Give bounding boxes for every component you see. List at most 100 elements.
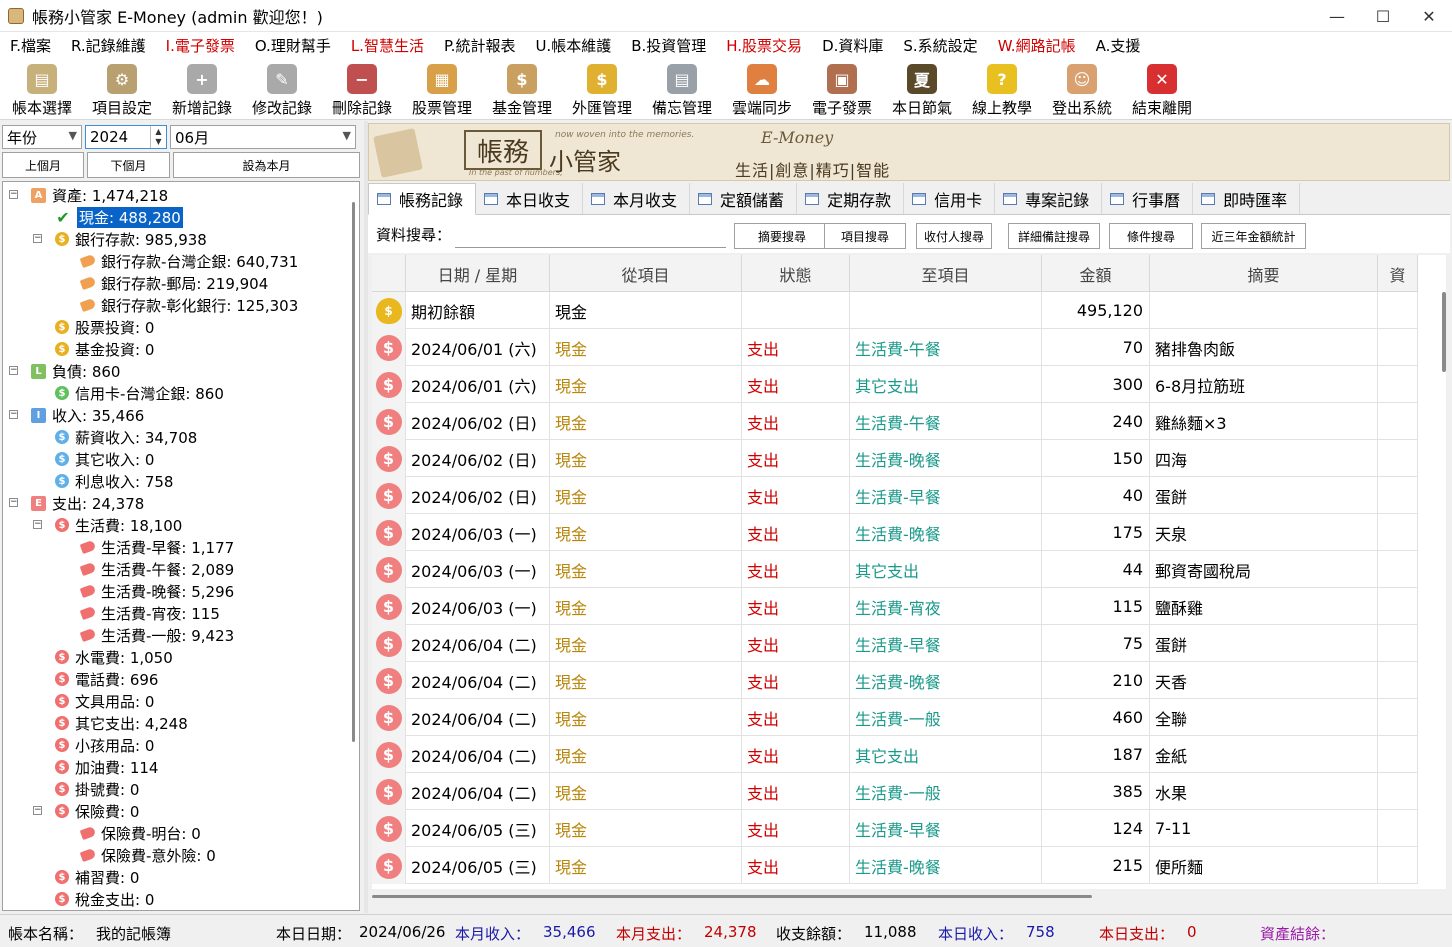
toolbar-button[interactable]: ✕ 結束離開 (1122, 58, 1202, 120)
tree-node[interactable]: 生活費-晚餐: 5,296 (79, 580, 234, 602)
tree-node[interactable]: $ 掛號費: 0 (55, 778, 139, 800)
table-row[interactable]: $2024/06/05 (三) 現金 支出 生活費-晚餐 215 便所麵 (372, 847, 1418, 884)
year-spinner[interactable]: 2024 ▲ ▼ (85, 125, 167, 149)
tree-node[interactable]: 生活費-一般: 9,423 (79, 624, 234, 646)
menu-item[interactable]: A.支援 (1096, 35, 1141, 56)
tree-expander-icon[interactable]: − (9, 366, 18, 375)
tree-expander-icon[interactable]: − (33, 806, 42, 815)
minimize-button[interactable]: — (1314, 0, 1360, 32)
grid-header-cell[interactable]: 資 (1378, 255, 1418, 292)
grid-header-cell[interactable]: 日期 / 星期 (406, 255, 550, 292)
toolbar-button[interactable]: ☺ 登出系統 (1042, 58, 1122, 120)
table-row[interactable]: $2024/06/02 (日) 現金 支出 生活費-午餐 240 雞絲麵×3 (372, 403, 1418, 440)
toolbar-button[interactable]: ? 線上教學 (962, 58, 1042, 120)
tree-node[interactable]: 生活費-早餐: 1,177 (79, 536, 234, 558)
period-type-select[interactable]: 年份 ▼ (2, 125, 82, 149)
tree-node[interactable]: $ 其它收入: 0 (55, 448, 154, 470)
tab[interactable]: 本月收支 (583, 183, 691, 214)
menu-item[interactable]: F.檔案 (10, 35, 51, 56)
search-button[interactable]: 條件搜尋 (1109, 223, 1193, 249)
tab[interactable]: 即時匯率 (1193, 183, 1301, 214)
spinner-arrows-icon[interactable]: ▲ ▼ (150, 126, 166, 148)
tree-expander-icon[interactable]: − (9, 410, 18, 419)
account-tree[interactable]: − A 資產: 1,474,218 ✔ 現金: 488,280 − $ 銀行存款: 985,9… (2, 181, 360, 911)
toolbar-button[interactable]: $ 外匯管理 (562, 58, 642, 120)
grid-header-cell[interactable]: 從項目 (550, 255, 742, 292)
tree-node[interactable]: 銀行存款-彰化銀行: 125,303 (79, 294, 298, 316)
tree-node[interactable]: $ 保險費: 0 (55, 800, 139, 822)
tree-node[interactable]: $ 稅金支出: 0 (55, 888, 154, 910)
tab[interactable]: 本日收支 (476, 183, 584, 214)
tree-node[interactable]: 銀行存款-台灣企銀: 640,731 (79, 250, 298, 272)
grid-header-cell[interactable]: 摘要 (1150, 255, 1378, 292)
toolbar-button[interactable]: ▣ 電子發票 (802, 58, 882, 120)
toolbar-button[interactable]: $ 基金管理 (482, 58, 562, 120)
toolbar-button[interactable]: − 刪除記錄 (322, 58, 402, 120)
table-row[interactable]: $2024/06/02 (日) 現金 支出 生活費-早餐 40 蛋餅 (372, 477, 1418, 514)
table-row[interactable]: $2024/06/04 (二) 現金 支出 生活費-一般 385 水果 (372, 773, 1418, 810)
menu-item[interactable]: W.網路記帳 (998, 35, 1076, 56)
toolbar-button[interactable]: ✎ 修改記錄 (242, 58, 322, 120)
tree-node[interactable]: $ 生活費: 18,100 (55, 514, 182, 536)
table-row[interactable]: $2024/06/04 (二) 現金 支出 生活費-一般 460 全聯 (372, 699, 1418, 736)
table-row[interactable]: $2024/06/04 (二) 現金 支出 其它支出 187 金紙 (372, 736, 1418, 773)
tree-node[interactable]: $ 水電費: 1,050 (55, 646, 173, 668)
tree-node[interactable]: I 收入: 35,466 (31, 404, 144, 426)
tree-node[interactable]: E 支出: 24,378 (31, 492, 144, 514)
table-row[interactable]: $2024/06/04 (二) 現金 支出 生活費-早餐 75 蛋餅 (372, 625, 1418, 662)
month-select[interactable]: 06月 ▼ (170, 125, 356, 149)
tree-node[interactable]: $ 小孩用品: 0 (55, 734, 154, 756)
toolbar-button[interactable]: ☁ 雲端同步 (722, 58, 802, 120)
tree-node[interactable]: $ 文具用品: 0 (55, 690, 154, 712)
table-row[interactable]: $2024/06/05 (三) 現金 支出 生活費-早餐 124 7-11 (372, 810, 1418, 847)
tree-node[interactable]: 保險費-明台: 0 (79, 822, 201, 844)
maximize-button[interactable]: ☐ (1360, 0, 1406, 32)
set-current-month-button[interactable]: 設為本月 (173, 152, 360, 178)
tree-node[interactable]: $ 薪資收入: 34,708 (55, 426, 197, 448)
menu-item[interactable]: O.理財幫手 (255, 35, 331, 56)
menu-item[interactable]: L.智慧生活 (351, 35, 424, 56)
table-row[interactable]: $2024/06/03 (一) 現金 支出 其它支出 44 郵資寄國稅局 (372, 551, 1418, 588)
close-window-button[interactable]: ✕ (1406, 0, 1452, 32)
tree-node[interactable]: 生活費-宵夜: 115 (79, 602, 220, 624)
menu-item[interactable]: I.電子發票 (166, 35, 235, 56)
tree-node[interactable]: $ 銀行存款: 985,938 (55, 228, 207, 250)
tree-node[interactable]: 生活費-午餐: 2,089 (79, 558, 234, 580)
table-row[interactable]: $2024/06/04 (二) 現金 支出 生活費-晚餐 210 天香 (372, 662, 1418, 699)
search-input[interactable] (455, 222, 726, 248)
toolbar-button[interactable]: ▦ 股票管理 (402, 58, 482, 120)
tree-node[interactable]: L 負債: 860 (31, 360, 120, 382)
tree-expander-icon[interactable]: − (9, 498, 18, 507)
tree-node[interactable]: $ 基金投資: 0 (55, 338, 154, 360)
tree-node[interactable]: $ 利息收入: 758 (55, 470, 173, 492)
search-button[interactable]: 近三年金額統計 (1201, 223, 1306, 249)
tree-expander-icon[interactable]: − (9, 190, 18, 199)
tree-node[interactable]: $ 信用卡-台灣企銀: 860 (55, 382, 224, 404)
menu-item[interactable]: P.統計報表 (444, 35, 515, 56)
tree-node[interactable]: 銀行存款-郵局: 219,904 (79, 272, 268, 294)
tree-node[interactable]: $ 加油費: 114 (55, 756, 158, 778)
search-button[interactable]: 項目搜尋 (824, 223, 906, 249)
table-row[interactable]: $2024/06/01 (六) 現金 支出 生活費-午餐 70 豬排魯肉飯 (372, 329, 1418, 366)
tree-node[interactable]: $ 補習費: 0 (55, 866, 139, 888)
tree-node[interactable]: A 資產: 1,474,218 (31, 184, 168, 206)
tree-node[interactable]: $ 電話費: 696 (55, 668, 158, 690)
tab[interactable]: 信用卡 (904, 183, 996, 214)
tab[interactable]: 專案記錄 (995, 183, 1103, 214)
menu-item[interactable]: H.股票交易 (726, 35, 802, 56)
tab[interactable]: 定期存款 (797, 183, 905, 214)
menu-item[interactable]: B.投資管理 (631, 35, 706, 56)
toolbar-button[interactable]: ▤ 備忘管理 (642, 58, 722, 120)
next-month-button[interactable]: 下個月 (87, 152, 170, 178)
menu-item[interactable]: S.系統設定 (903, 35, 977, 56)
tree-node[interactable]: $ 股票投資: 0 (55, 316, 154, 338)
tree-expander-icon[interactable]: − (33, 520, 42, 529)
menu-item[interactable]: R.記錄維護 (71, 35, 146, 56)
tab[interactable]: 行事曆 (1102, 183, 1194, 214)
search-button[interactable]: 摘要搜尋 (734, 223, 830, 249)
menu-item[interactable]: U.帳本維護 (535, 35, 611, 56)
tree-scrollbar[interactable] (352, 202, 355, 742)
toolbar-button[interactable]: + 新增記錄 (162, 58, 242, 120)
tab[interactable]: 帳務記錄 (368, 183, 477, 215)
grid-header-cell[interactable]: 金額 (1042, 255, 1150, 292)
